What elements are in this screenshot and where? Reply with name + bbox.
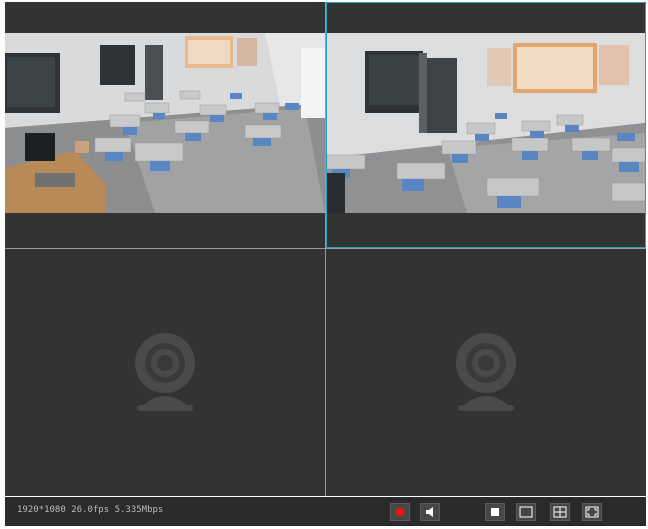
- resolution-text: 1920*1080: [17, 505, 66, 515]
- video-pane-4[interactable]: [326, 249, 646, 496]
- stream-info: 1920*1080 26.0fps 5.335Mbps: [17, 505, 163, 515]
- camera-feed-1: [5, 33, 325, 213]
- video-pane-2[interactable]: [326, 2, 646, 248]
- video-surveillance-app: 1920*1080 26.0fps 5.335Mbps: [0, 0, 648, 529]
- camera-placeholder-icon: [135, 332, 195, 411]
- one-window-button[interactable]: [516, 503, 536, 521]
- single-layout-icon: [491, 508, 499, 516]
- one-window-icon: [519, 506, 533, 518]
- status-bar: 1920*1080 26.0fps 5.335Mbps: [5, 497, 646, 526]
- single-layout-button[interactable]: [485, 503, 505, 521]
- video-pane-1[interactable]: [5, 2, 325, 248]
- four-window-button[interactable]: [550, 503, 570, 521]
- fps-text: 26.0fps: [71, 505, 110, 515]
- audio-button[interactable]: [420, 503, 440, 521]
- camera-placeholder-icon: [456, 332, 516, 411]
- video-grid: [5, 2, 646, 496]
- camera-feed-2: [327, 33, 645, 213]
- record-icon: [395, 507, 405, 517]
- four-window-icon: [553, 506, 567, 518]
- record-button[interactable]: [390, 503, 410, 521]
- fullscreen-button[interactable]: [582, 503, 602, 521]
- fullscreen-icon: [585, 506, 599, 518]
- bitrate-text: 5.335Mbps: [114, 505, 164, 515]
- audio-icon: [426, 507, 433, 517]
- video-pane-3[interactable]: [5, 249, 325, 496]
